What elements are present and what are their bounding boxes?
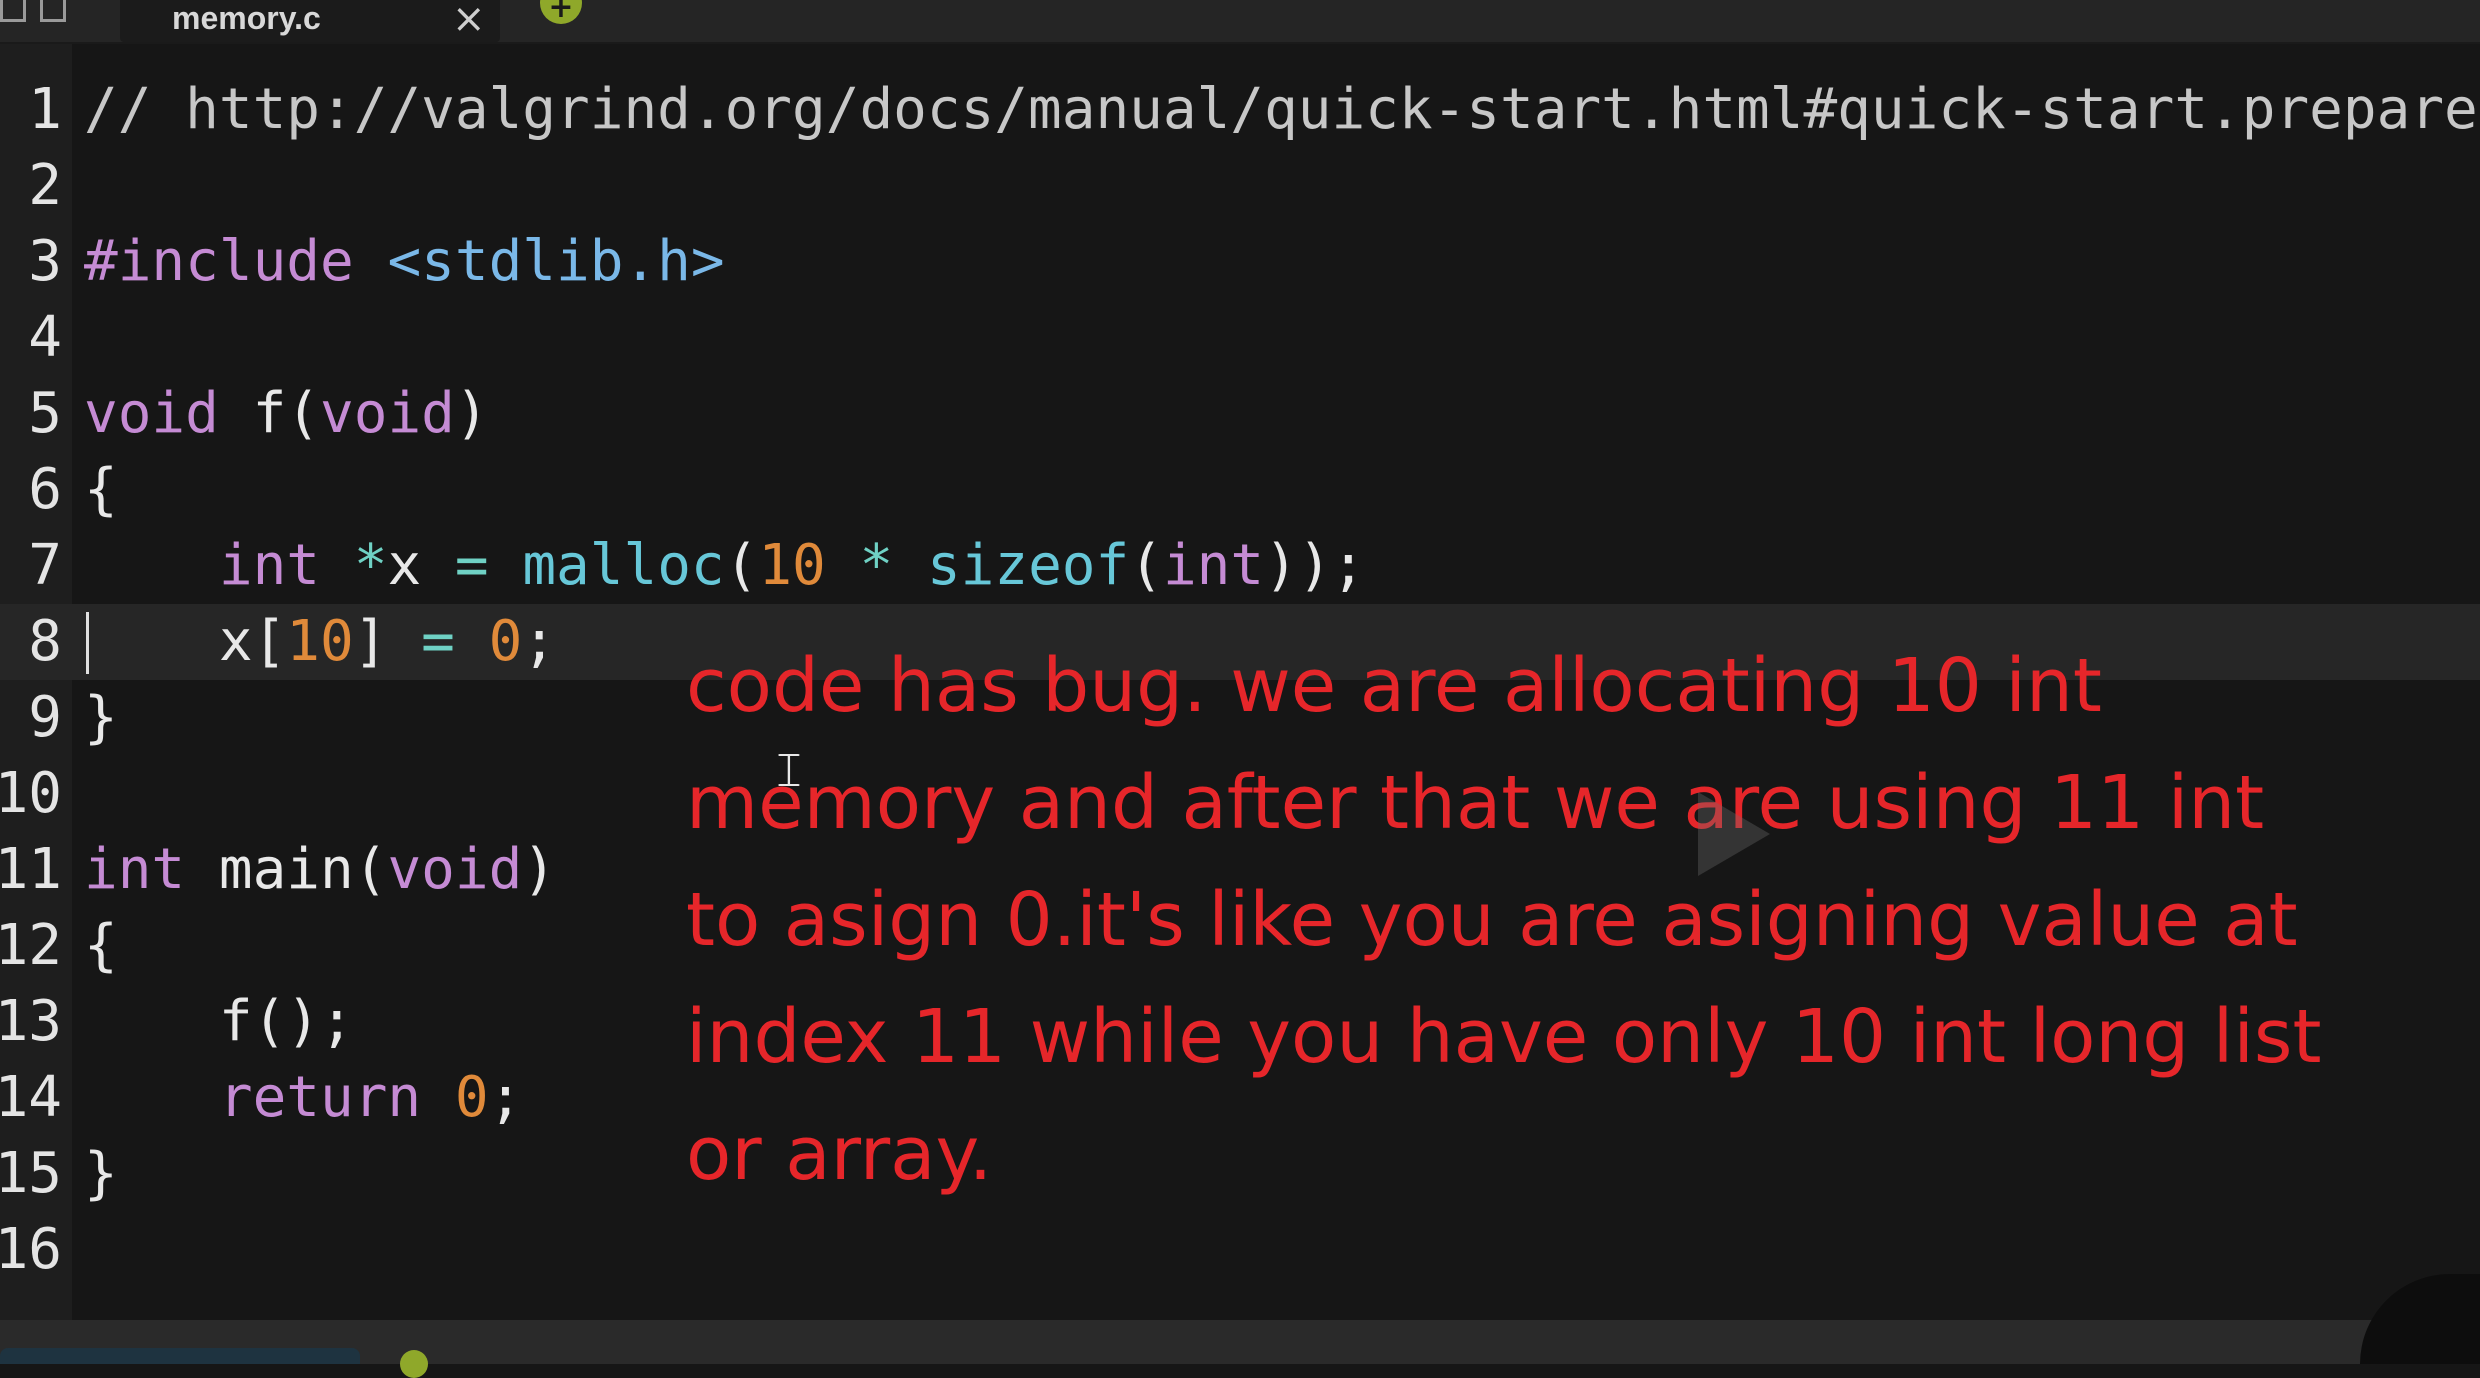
status-panel bbox=[0, 1348, 360, 1364]
line-number: 10 bbox=[0, 761, 62, 826]
code-token: malloc bbox=[522, 533, 725, 598]
code-token: f( bbox=[218, 381, 321, 446]
code-line[interactable]: 3 #include <stdlib.h> bbox=[0, 224, 2480, 300]
code-token: { bbox=[84, 457, 118, 522]
code-token: 10 bbox=[758, 533, 826, 598]
line-code: f(); bbox=[84, 984, 354, 1060]
line-number: 1 bbox=[28, 77, 62, 142]
code-token: ] bbox=[353, 609, 422, 674]
code-token: } bbox=[84, 1141, 118, 1206]
code-token: void bbox=[84, 381, 219, 446]
close-icon[interactable]: × bbox=[452, 0, 486, 42]
code-token: int bbox=[218, 533, 321, 598]
code-line[interactable]: 1 // http://valgrind.org/docs/manual/quic… bbox=[0, 72, 2480, 148]
code-token: <stdlib.h> bbox=[387, 229, 725, 294]
code-token: 0 bbox=[488, 609, 523, 674]
code-token: x bbox=[387, 533, 455, 598]
code-token: ) bbox=[454, 381, 489, 446]
status-bar bbox=[0, 1320, 2480, 1378]
code-token: * bbox=[859, 533, 894, 598]
line-code: { bbox=[84, 908, 118, 984]
code-line[interactable]: 7 int *x = malloc(10 * sizeof(int)); bbox=[0, 528, 2480, 604]
add-tab-icon[interactable]: + bbox=[540, 0, 582, 25]
line-number: 5 bbox=[28, 381, 62, 446]
code-token: main( bbox=[185, 837, 388, 902]
code-token: int bbox=[84, 837, 186, 902]
play-icon[interactable] bbox=[1698, 792, 1770, 876]
line-code: #include <stdlib.h> bbox=[84, 224, 725, 300]
tab-bar-tools bbox=[0, 0, 100, 30]
code-token: f(); bbox=[84, 989, 354, 1054]
line-code: // http://valgrind.org/docs/manual/quick… bbox=[84, 72, 2478, 148]
line-number: 6 bbox=[28, 457, 62, 522]
code-line[interactable]: 5 void f(void) bbox=[0, 376, 2480, 452]
line-number: 16 bbox=[0, 1217, 62, 1282]
code-token: x[ bbox=[84, 609, 287, 674]
tab-title: memory.c bbox=[172, 0, 321, 36]
sidebar-toggle-icon[interactable] bbox=[0, 0, 26, 22]
code-token: int bbox=[1162, 533, 1265, 598]
code-token: = bbox=[454, 533, 489, 598]
code-token: 0 bbox=[454, 1065, 489, 1130]
line-code: { bbox=[84, 452, 118, 528]
line-code: return 0; bbox=[84, 1060, 522, 1136]
code-token: ( bbox=[1129, 533, 1163, 598]
code-token: * bbox=[353, 533, 388, 598]
line-code: int main(void) bbox=[84, 832, 556, 908]
line-number: 12 bbox=[0, 913, 62, 978]
annotation-text: code has bug. we are allocating 10 int m… bbox=[686, 643, 2322, 1197]
line-number: 2 bbox=[28, 153, 62, 218]
code-token: ; bbox=[488, 1065, 523, 1130]
code-token: ( bbox=[724, 533, 759, 598]
code-token: // http://valgrind.org/docs/manual/quick… bbox=[84, 77, 2478, 142]
line-code: int *x = malloc(10 * sizeof(int)); bbox=[84, 528, 1365, 604]
code-line[interactable]: 6{ bbox=[0, 452, 2480, 528]
line-number: 3 bbox=[28, 229, 62, 294]
tab-bar: memory.c × + bbox=[0, 0, 2480, 44]
code-token: void bbox=[387, 837, 523, 902]
line-number: 13 bbox=[0, 989, 62, 1054]
code-token: ) bbox=[522, 837, 557, 902]
code-token: 10 bbox=[286, 609, 354, 674]
code-token: = bbox=[421, 609, 455, 674]
line-number: 7 bbox=[28, 533, 62, 598]
line-number: 4 bbox=[28, 305, 62, 370]
code-line[interactable]: 2 bbox=[0, 148, 2480, 224]
status-indicator-icon bbox=[400, 1350, 428, 1378]
line-code: } bbox=[84, 680, 118, 756]
line-number: 11 bbox=[0, 837, 62, 902]
text-cursor-icon: 𝙸 bbox=[772, 742, 806, 798]
code-token: void bbox=[320, 381, 455, 446]
tab-memory-c[interactable]: memory.c × bbox=[120, 0, 500, 42]
code-token: ; bbox=[522, 609, 557, 674]
code-token: } bbox=[84, 685, 118, 750]
line-number: 15 bbox=[0, 1141, 62, 1206]
code-token: return bbox=[218, 1065, 422, 1130]
files-icon[interactable] bbox=[40, 0, 66, 22]
line-code: } bbox=[84, 1136, 118, 1212]
line-number: 8 bbox=[28, 609, 62, 674]
code-line[interactable]: 4 bbox=[0, 300, 2480, 376]
line-number: 14 bbox=[0, 1065, 62, 1130]
code-line[interactable]: 16 bbox=[0, 1212, 2480, 1288]
line-number: 9 bbox=[28, 685, 62, 750]
code-token: { bbox=[84, 913, 118, 978]
code-token: sizeof bbox=[926, 533, 1130, 598]
line-code: x[10] = 0; bbox=[84, 604, 556, 680]
code-token: )); bbox=[1264, 533, 1366, 598]
code-token: #include bbox=[84, 229, 388, 294]
line-code: void f(void) bbox=[84, 376, 489, 452]
